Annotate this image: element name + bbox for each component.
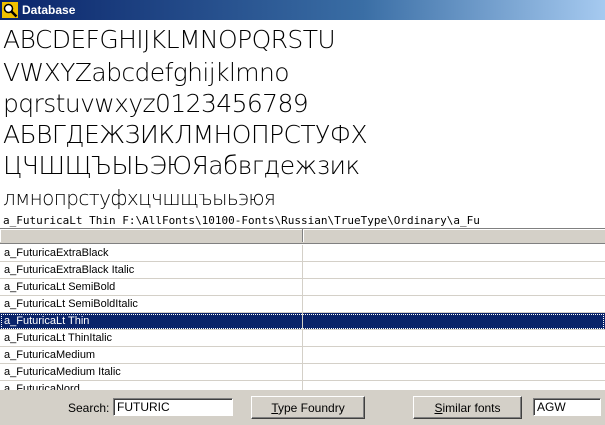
font-name: a_FuturicaLt SemiBold bbox=[4, 281, 116, 293]
window-title: Database bbox=[22, 3, 76, 17]
column-divider bbox=[302, 262, 303, 278]
font-name: a_FuturicaMedium bbox=[4, 349, 96, 361]
font-path: a_FuturicaLt Thin F:\AllFonts\10100-Font… bbox=[3, 214, 480, 227]
preview-line: ABCDEFGHIJKLMNOPQRSTU bbox=[3, 25, 336, 54]
list-item[interactable]: a_FuturicaLt SemiBold bbox=[0, 279, 605, 296]
font-name: a_FuturicaLt Thin bbox=[4, 315, 90, 327]
column-divider bbox=[302, 279, 303, 295]
sample-text-input[interactable] bbox=[533, 398, 601, 416]
list-rows: a_FuturicaExtraBlack a_FuturicaExtraBlac… bbox=[0, 245, 605, 391]
column-divider bbox=[302, 245, 303, 261]
mnemonic: S bbox=[434, 400, 443, 415]
column-header-name[interactable] bbox=[0, 229, 303, 242]
font-name: a_FuturicaLt SemiBoldItalic bbox=[4, 298, 138, 310]
bottom-toolbar: Search: Type Foundry Similar fonts bbox=[0, 390, 605, 425]
preview-line: ЦЧШЩЪЫЬЭЮЯабвгдежзик bbox=[3, 151, 360, 180]
list-item[interactable]: a_FuturicaLt ThinItalic bbox=[0, 330, 605, 347]
column-divider bbox=[302, 330, 303, 346]
list-item[interactable]: a_FuturicaExtraBlack Italic bbox=[0, 262, 605, 279]
database-window: Database ABCDEFGHIJKLMNOPQRSTU VWXYZabcd… bbox=[0, 0, 605, 425]
list-item[interactable]: a_FuturicaMedium Italic bbox=[0, 364, 605, 381]
preview-line: VWXYZabcdefghijklmno bbox=[3, 58, 290, 87]
list-header bbox=[0, 229, 605, 244]
preview-line: лмнопрстуфхцчшщъыьэюя bbox=[3, 186, 276, 210]
font-preview: ABCDEFGHIJKLMNOPQRSTU VWXYZabcdefghijklm… bbox=[0, 20, 605, 228]
list-item[interactable]: a_FuturicaMedium bbox=[0, 347, 605, 364]
column-divider bbox=[302, 296, 303, 312]
font-name: a_FuturicaMedium Italic bbox=[4, 366, 121, 378]
button-label: imilar fonts bbox=[442, 400, 501, 415]
mnemonic: T bbox=[271, 400, 278, 415]
font-name: a_FuturicaLt ThinItalic bbox=[4, 332, 113, 344]
type-foundry-button[interactable]: Type Foundry bbox=[251, 396, 365, 419]
search-label: Search: bbox=[68, 401, 110, 415]
title-bar[interactable]: Database bbox=[0, 0, 605, 20]
button-label: ype Foundry bbox=[277, 400, 345, 415]
column-header-info[interactable] bbox=[303, 229, 605, 242]
similar-fonts-button[interactable]: Similar fonts bbox=[413, 396, 522, 419]
list-item[interactable]: a_FuturicaExtraBlack bbox=[0, 245, 605, 262]
search-input[interactable] bbox=[113, 398, 233, 416]
column-divider bbox=[302, 364, 303, 380]
preview-line: pqrstuvwxyz0123456789 bbox=[3, 89, 309, 118]
list-item-selected[interactable]: a_FuturicaLt Thin bbox=[0, 313, 605, 330]
column-divider bbox=[302, 347, 303, 363]
list-item[interactable]: a_FuturicaLt SemiBoldItalic bbox=[0, 296, 605, 313]
font-list[interactable]: a_FuturicaExtraBlack a_FuturicaExtraBlac… bbox=[0, 228, 605, 391]
column-divider bbox=[302, 313, 303, 329]
font-name: a_FuturicaExtraBlack bbox=[4, 247, 109, 259]
font-name: a_FuturicaExtraBlack Italic bbox=[4, 264, 135, 276]
preview-line: АБВГДЕЖЗИКЛМНОПРСТУФХ bbox=[3, 120, 368, 149]
magnifier-icon bbox=[2, 2, 18, 18]
